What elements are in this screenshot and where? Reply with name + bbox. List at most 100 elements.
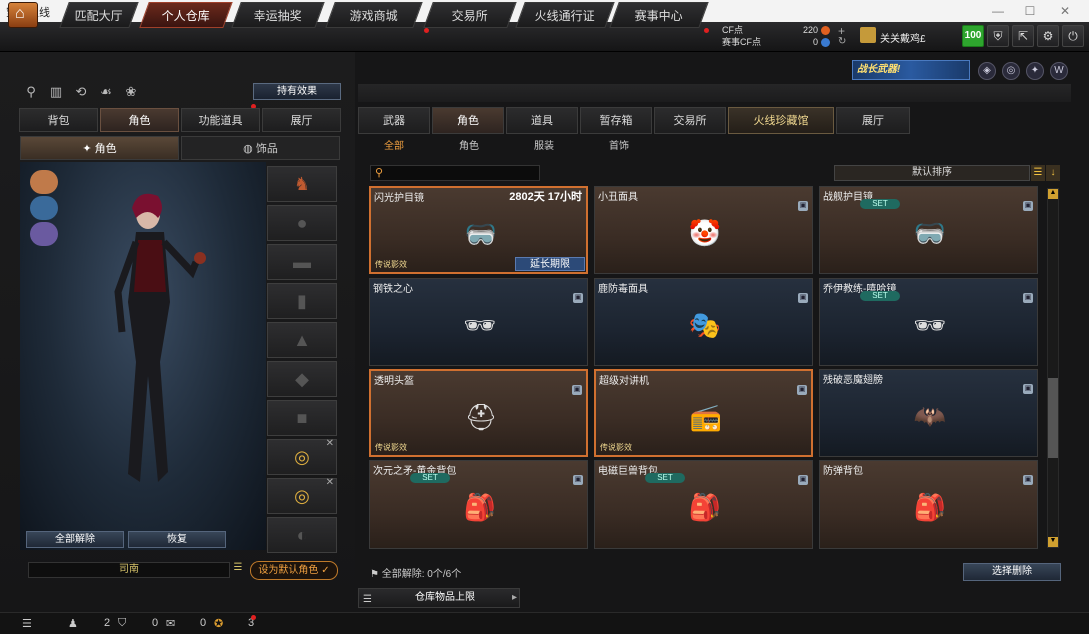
nav-tab-6[interactable]: 赛事中心 <box>609 2 709 28</box>
power-icon[interactable]: ⏻ <box>1062 25 1084 47</box>
lock-icon[interactable]: ▣ <box>1023 201 1033 211</box>
exit-room-icon[interactable]: ⇱ <box>1012 25 1034 47</box>
right-subtab-3[interactable]: 首饰 <box>599 139 639 155</box>
event-icon-3[interactable]: ✦ <box>1026 62 1044 80</box>
right-subtab-2[interactable]: 服装 <box>524 139 564 155</box>
right-tab-4[interactable]: 交易所 <box>654 107 726 134</box>
slot-legs[interactable]: ■ <box>267 400 337 436</box>
character-name-field[interactable]: 司南 <box>28 562 230 578</box>
maximize-button[interactable]: ☐ <box>1015 2 1045 20</box>
right-tab-1[interactable]: 角色 <box>432 107 504 134</box>
rotate-icon[interactable]: ⟲ <box>72 84 90 102</box>
lock-icon[interactable]: ▣ <box>1023 475 1033 485</box>
subtab-character[interactable]: ✦ 角色 <box>20 136 179 160</box>
nav-tab-1[interactable]: 个人仓库 <box>139 2 233 28</box>
lock-icon[interactable]: ▣ <box>572 385 582 395</box>
lock-icon[interactable]: ▣ <box>1023 293 1033 303</box>
left-tab-3[interactable]: 展厅 <box>262 108 341 132</box>
lock-icon[interactable]: ▣ <box>573 475 583 485</box>
item-card[interactable]: 残破恶魔翅膀 ▣ 🦇 <box>819 369 1038 457</box>
promo-banner[interactable]: 战长武器! <box>852 60 970 80</box>
item-card[interactable]: 超级对讲机 ▣ 📻 传说影效 <box>594 369 813 457</box>
set-default-character-button[interactable]: 设为默认角色 ✓ <box>250 561 338 580</box>
slot-pet[interactable]: ◐ <box>267 517 337 553</box>
right-tab-0[interactable]: 武器 <box>358 107 430 134</box>
item-card[interactable]: 钢铁之心 ▣ 🕶 <box>369 278 588 366</box>
unequip-icon[interactable]: ✕ <box>326 477 334 489</box>
settings-icon[interactable]: ⚙ <box>1037 25 1059 47</box>
item-card[interactable]: 电磁巨兽背包 ▣ SET 🎒 <box>594 460 813 549</box>
scroll-down-icon[interactable]: ▼ <box>1048 537 1058 547</box>
slot-goggles[interactable]: ▬ <box>267 244 337 280</box>
close-button[interactable]: ✕ <box>1050 2 1080 20</box>
chat-icon[interactable]: ✉ <box>166 617 175 630</box>
extend-period-button[interactable]: 延长期限 <box>515 257 585 271</box>
pose-icon[interactable]: ☙ <box>97 84 115 102</box>
right-tab-6[interactable]: 展厅 <box>836 107 910 134</box>
select-remove-button[interactable]: 选择删除 <box>963 563 1061 581</box>
item-card[interactable]: 小丑面具 ▣ 🤡 <box>594 186 813 274</box>
minimize-button[interactable]: — <box>983 2 1013 20</box>
left-tab-2[interactable]: 功能道具 <box>181 108 260 132</box>
item-card[interactable]: 乔伊教练-嘻哈镜 ▣ SET 🕶 <box>819 278 1038 366</box>
slot-back[interactable]: ▲ <box>267 322 337 358</box>
slot-head[interactable]: ● <box>267 205 337 241</box>
effect-button[interactable]: 持有效果 <box>253 83 341 100</box>
item-card[interactable]: 闪光护目镜 2802天 17小时 🥽 传说影效 延长期限 <box>369 186 588 274</box>
lock-icon[interactable]: ▣ <box>798 475 808 485</box>
slot-mask[interactable]: ▮ <box>267 283 337 319</box>
lock-icon[interactable]: ▣ <box>1023 384 1033 394</box>
refresh-icon[interactable]: ↻ <box>838 36 846 47</box>
capacity-bar[interactable]: ☰ 仓库物品上限 ▸ <box>358 588 520 608</box>
right-tab-2[interactable]: 道具 <box>506 107 578 134</box>
home-button[interactable]: ⌂ <box>8 2 38 28</box>
friends-icon[interactable]: ♟ <box>68 617 78 630</box>
nav-tab-4[interactable]: 交易所 <box>423 2 517 28</box>
off-toggle-icon[interactable]: ⚲ <box>22 84 40 102</box>
nav-tab-5[interactable]: 火线通行证 <box>515 2 615 28</box>
nav-tab-3[interactable]: 游戏商城 <box>325 2 423 28</box>
nav-tab-2[interactable]: 幸运抽奖 <box>231 2 325 28</box>
list-view-icon[interactable]: ☰ <box>1031 165 1045 181</box>
right-subtab-1[interactable]: 角色 <box>449 139 489 155</box>
pet-icon[interactable]: ❀ <box>122 84 140 102</box>
release-all-button[interactable]: 全部解除 <box>26 531 124 548</box>
scroll-up-icon[interactable]: ▲ <box>1048 189 1058 199</box>
scrollbar-thumb[interactable] <box>1048 378 1058 458</box>
search-input[interactable]: ⚲ <box>370 165 540 181</box>
left-tab-1[interactable]: 角色 <box>100 108 179 132</box>
nav-tab-0[interactable]: 匹配大厅 <box>59 2 139 28</box>
lock-icon[interactable]: ▣ <box>798 293 808 303</box>
gift-icon[interactable]: ✪ <box>214 617 223 630</box>
stats-icon[interactable]: ▥ <box>47 84 65 102</box>
shield-icon[interactable]: ⛨ <box>987 25 1009 47</box>
level-badge[interactable]: 100 <box>962 25 984 47</box>
item-card[interactable]: 透明头盔 ▣ ⛑ 传说影效 <box>369 369 588 457</box>
slot-ring-1[interactable]: ◎ ✕ <box>267 438 337 475</box>
item-card[interactable]: 鹿防毒面具 ▣ 🎭 <box>594 278 813 366</box>
name-list-icon[interactable]: ☰ <box>231 562 245 578</box>
event-icon-2[interactable]: ◎ <box>1002 62 1020 80</box>
restore-button[interactable]: 恢复 <box>128 531 226 548</box>
lock-icon[interactable]: ▣ <box>573 293 583 303</box>
event-icon-4[interactable]: W <box>1050 62 1068 80</box>
subtab-accessory[interactable]: ◍ 饰品 <box>181 136 340 160</box>
item-card[interactable]: 次元之矛-黄金背包 ▣ SET 🎒 <box>369 460 588 549</box>
clan-icon[interactable]: ⛉ <box>118 617 126 630</box>
unequip-icon[interactable]: ✕ <box>326 438 334 450</box>
event-icon-1[interactable]: ◈ <box>978 62 996 80</box>
right-subtab-0[interactable]: 全部 <box>374 139 414 155</box>
item-card[interactable]: 战舰护目镜 ▣ SET 🥽 <box>819 186 1038 274</box>
character-viewer[interactable] <box>20 162 266 550</box>
slot-ring-2[interactable]: ◎ ✕ <box>267 477 337 514</box>
slot-body[interactable]: ◆ <box>267 361 337 397</box>
slot-avatar[interactable]: ♞ <box>267 166 337 202</box>
lock-icon[interactable]: ▣ <box>798 201 808 211</box>
scrollbar[interactable] <box>1047 188 1059 548</box>
right-tab-3[interactable]: 暂存箱 <box>580 107 652 134</box>
lock-icon[interactable]: ▣ <box>797 385 807 395</box>
user-info[interactable]: 关关戴鸡£ <box>858 25 958 49</box>
left-tab-0[interactable]: 背包 <box>19 108 98 132</box>
item-card[interactable]: 防弹背包 ▣ 🎒 <box>819 460 1038 549</box>
menu-icon[interactable]: ☰ <box>22 617 32 630</box>
